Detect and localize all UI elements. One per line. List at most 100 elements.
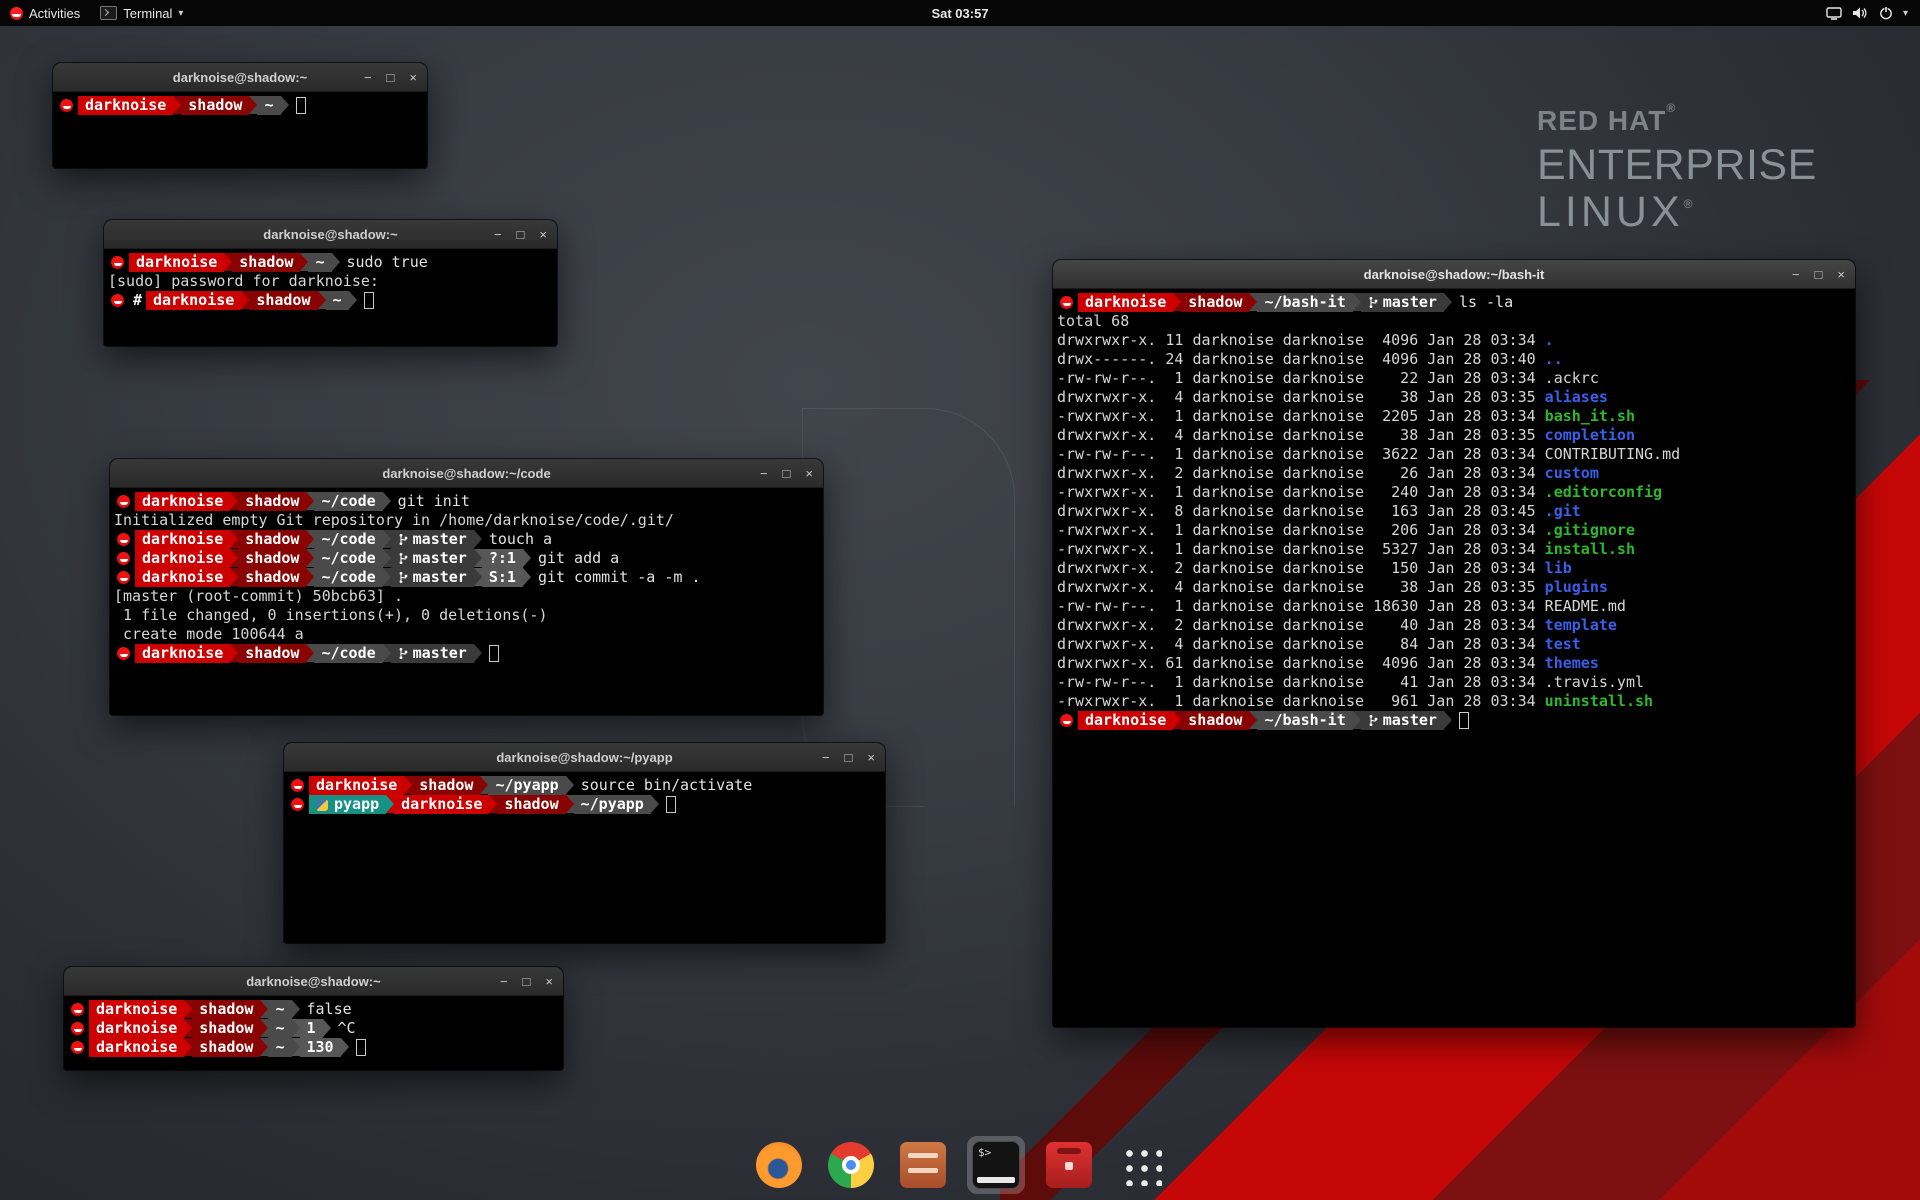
- powerline-arrow: [489, 795, 497, 813]
- powerline-arrow: [523, 549, 531, 567]
- file-name: test: [1545, 635, 1581, 654]
- terminal-line: drwxrwxr-x. 8 darknoise darknoise 163 Ja…: [1057, 502, 1852, 521]
- dock-item-toolbox[interactable]: [1041, 1137, 1097, 1193]
- terminal-line: [master (root-commit) 50bcb63] .: [114, 587, 820, 606]
- clock[interactable]: Sat 03:57: [931, 6, 988, 21]
- root-prompt-marker: #: [129, 291, 146, 310]
- command-text: git add a: [531, 549, 619, 568]
- powerline-arrow: [249, 96, 257, 114]
- minimize-button-icon[interactable]: −: [760, 467, 768, 480]
- chevron-down-icon: ▾: [178, 8, 183, 19]
- prompt-host-segment: shadow: [238, 549, 306, 568]
- prompt-git-segment: master: [1361, 711, 1444, 730]
- activities-button[interactable]: Activities: [0, 0, 90, 26]
- system-status-area[interactable]: ▾: [1820, 0, 1914, 26]
- ls-entry-meta: -rw-rw-r--. 1 darknoise darknoise 22 Jan…: [1057, 369, 1545, 388]
- terminal-line: drwxrwxr-x. 4 darknoise darknoise 38 Jan…: [1057, 388, 1852, 407]
- powerline-arrow: [332, 253, 340, 271]
- window-titlebar[interactable]: darknoise@shadow:~−□×: [53, 63, 427, 92]
- prompt-git-segment: master: [1361, 293, 1444, 312]
- ls-entry-meta: drwxrwxr-x. 4 darknoise darknoise 84 Jan…: [1057, 635, 1545, 654]
- terminal-line: Initialized empty Git repository in /hom…: [114, 511, 820, 530]
- prompt-path-segment: ~: [308, 253, 331, 272]
- file-name: lib: [1545, 559, 1572, 578]
- minimize-button-icon[interactable]: −: [494, 228, 502, 241]
- terminal-output: [master (root-commit) 50bcb63] .: [114, 587, 403, 606]
- powerline-arrow: [260, 1038, 268, 1056]
- minimize-button-icon[interactable]: −: [822, 751, 830, 764]
- prompt-git-segment: master: [391, 644, 474, 663]
- prompt-user-segment: darknoise: [129, 253, 224, 272]
- powerline-arrow: [1173, 711, 1181, 729]
- dock-item-apps[interactable]: [1113, 1137, 1169, 1193]
- prompt-git-segment: master: [391, 549, 474, 568]
- window-controls: − □ ×: [500, 967, 553, 995]
- terminal-content[interactable]: darknoiseshadow~sudo true[sudo] password…: [104, 249, 557, 346]
- terminal-content[interactable]: darknoiseshadow~/pyappsource bin/activat…: [284, 772, 885, 943]
- prompt-host-segment: shadow: [497, 795, 565, 814]
- window-titlebar[interactable]: darknoise@shadow:~−□×: [104, 220, 557, 249]
- dock-item-firefox[interactable]: [751, 1137, 807, 1193]
- dock-toolbox-icon: [1046, 1142, 1092, 1188]
- ls-entry-meta: drwxrwxr-x. 11 darknoise darknoise 4096 …: [1057, 331, 1545, 350]
- close-button-icon[interactable]: ×: [1837, 268, 1845, 281]
- prompt-user-segment: darknoise: [394, 795, 489, 814]
- powerline-arrow: [323, 1019, 331, 1037]
- dock-item-chrome[interactable]: [823, 1137, 879, 1193]
- file-name: .editorconfig: [1545, 483, 1662, 502]
- prompt-host-segment: shadow: [238, 568, 306, 587]
- chevron-down-icon: ▾: [1903, 8, 1908, 19]
- minimize-button-icon[interactable]: −: [500, 975, 508, 988]
- close-button-icon[interactable]: ×: [539, 228, 547, 241]
- powerline-arrow: [292, 1038, 300, 1056]
- powerline-arrow: [383, 644, 391, 662]
- window-titlebar[interactable]: darknoise@shadow:~/code−□×: [110, 459, 823, 488]
- git-branch-icon: [1368, 714, 1378, 727]
- prompt-host-segment: shadow: [192, 1038, 260, 1057]
- redhat-prompt-icon: [71, 1022, 84, 1035]
- maximize-button-icon[interactable]: □: [523, 975, 531, 988]
- prompt-host-segment: shadow: [1181, 293, 1249, 312]
- maximize-button-icon[interactable]: □: [517, 228, 525, 241]
- terminal-content[interactable]: darknoiseshadow~: [53, 92, 427, 168]
- minimize-button-icon[interactable]: −: [1792, 268, 1800, 281]
- maximize-button-icon[interactable]: □: [387, 71, 395, 84]
- terminal-line: darknoiseshadow~/codemaster: [114, 644, 820, 663]
- git-branch-icon: [1368, 296, 1378, 309]
- terminal-content[interactable]: darknoiseshadow~/codegit initInitialized…: [110, 488, 823, 715]
- close-button-icon[interactable]: ×: [805, 467, 813, 480]
- powerline-arrow: [1249, 711, 1257, 729]
- maximize-button-icon[interactable]: □: [845, 751, 853, 764]
- command-text: source bin/activate: [574, 776, 753, 795]
- terminal-line: darknoiseshadow~130: [68, 1038, 560, 1057]
- close-button-icon[interactable]: ×: [867, 751, 875, 764]
- ls-entry-meta: -rw-rw-r--. 1 darknoise darknoise 18630 …: [1057, 597, 1545, 616]
- close-button-icon[interactable]: ×: [545, 975, 553, 988]
- prompt-user-segment: darknoise: [89, 1019, 184, 1038]
- close-button-icon[interactable]: ×: [409, 71, 417, 84]
- dock-item-files[interactable]: [895, 1137, 951, 1193]
- minimize-button-icon[interactable]: −: [364, 71, 372, 84]
- prompt-host-segment: shadow: [192, 1019, 260, 1038]
- terminal-content[interactable]: darknoiseshadow~/bash-itmasterls -latota…: [1053, 289, 1855, 1027]
- prompt-user-segment: darknoise: [1078, 293, 1173, 312]
- desktop: RED HAT® ENTERPRISE LINUX® Activities Te…: [0, 0, 1920, 1200]
- powerline-arrow: [566, 776, 574, 794]
- powerline-arrow: [386, 795, 394, 813]
- window-titlebar[interactable]: darknoise@shadow:~−□×: [64, 967, 563, 996]
- app-menu-terminal[interactable]: Terminal ▾: [90, 0, 193, 26]
- terminal-line: drwxrwxr-x. 4 darknoise darknoise 38 Jan…: [1057, 426, 1852, 445]
- prompt-user-segment: darknoise: [135, 549, 230, 568]
- window-titlebar[interactable]: darknoise@shadow:~/pyapp−□×: [284, 743, 885, 772]
- terminal-line: darknoiseshadow~false: [68, 1000, 560, 1019]
- registered-mark: ®: [1666, 101, 1676, 115]
- file-name: template: [1545, 616, 1617, 635]
- window-titlebar[interactable]: darknoise@shadow:~/bash-it−□×: [1053, 260, 1855, 289]
- terminal-content[interactable]: darknoiseshadow~falsedarknoiseshadow~1^C…: [64, 996, 563, 1070]
- maximize-button-icon[interactable]: □: [1815, 268, 1823, 281]
- maximize-button-icon[interactable]: □: [783, 467, 791, 480]
- powerline-arrow: [1353, 293, 1361, 311]
- terminal-line: drwxrwxr-x. 2 darknoise darknoise 40 Jan…: [1057, 616, 1852, 635]
- window-controls: − □ ×: [1792, 260, 1845, 288]
- dock-item-terminal[interactable]: $>: [967, 1136, 1025, 1194]
